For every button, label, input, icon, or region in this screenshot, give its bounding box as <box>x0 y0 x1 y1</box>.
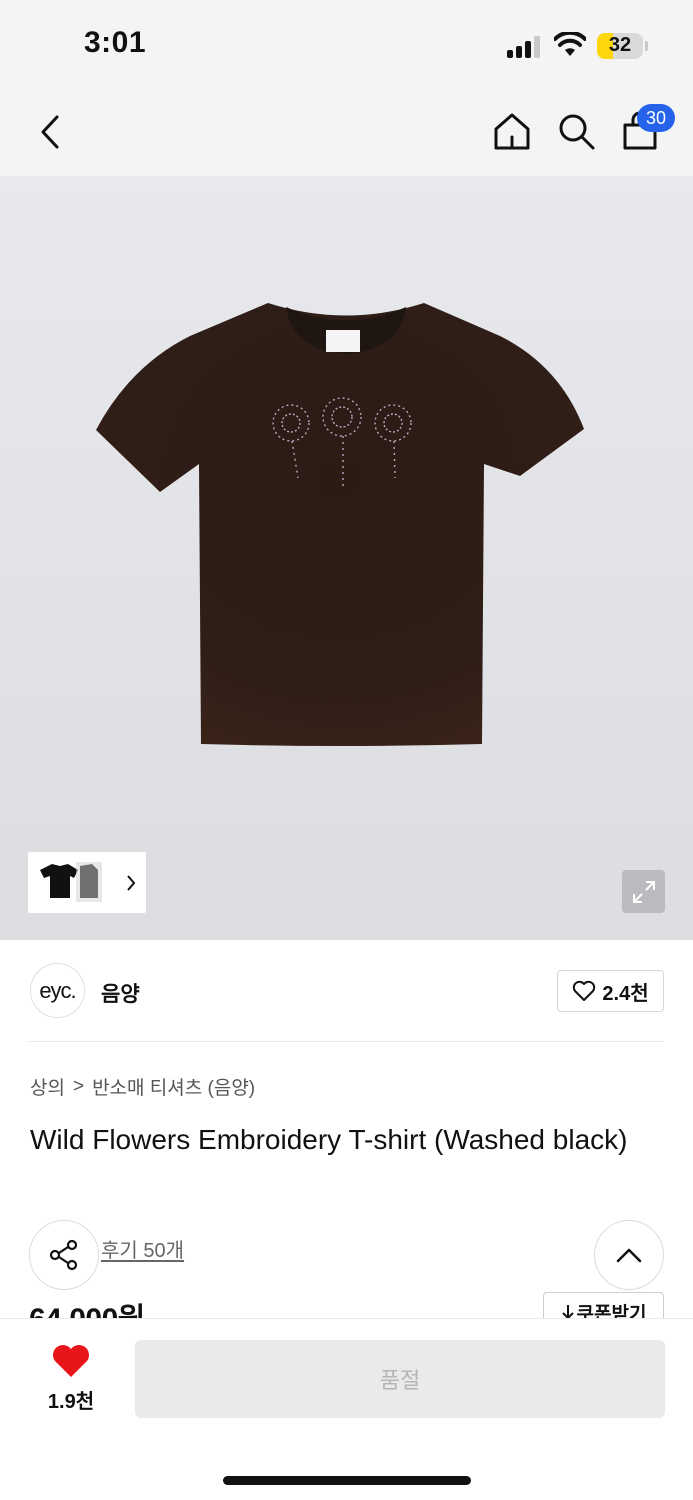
brand-logo[interactable]: eyc. <box>30 963 85 1018</box>
home-button[interactable] <box>489 106 535 156</box>
cellular-signal-icon <box>507 36 543 58</box>
status-time: 3:01 <box>84 26 147 59</box>
product-title: Wild Flowers Embroidery T-shirt (Washed … <box>30 1124 628 1155</box>
breadcrumb-category[interactable]: 상의 <box>30 1073 65 1100</box>
chevron-right-icon <box>127 875 136 891</box>
expand-icon <box>632 880 655 903</box>
heart-filled-icon[interactable] <box>51 1343 91 1379</box>
cart-count-badge: 30 <box>637 104 675 132</box>
back-button[interactable] <box>30 110 70 154</box>
heart-outline-icon <box>573 980 596 1001</box>
like-count: 1.9천 <box>47 1391 95 1413</box>
thumbnail-image <box>40 862 102 902</box>
sold-out-button[interactable]: 품절 <box>135 1340 665 1418</box>
nav-bar <box>0 88 693 176</box>
product-image-gallery[interactable] <box>0 176 693 940</box>
brand-name[interactable]: 음양 <box>101 978 140 1008</box>
share-icon <box>49 1239 78 1271</box>
thumbnail-strip[interactable] <box>28 852 146 913</box>
battery-level: 32 <box>608 34 632 56</box>
breadcrumb-subcategory[interactable]: 반소매 티셔츠 (음양) <box>92 1073 255 1100</box>
status-bar: 3:01 32 <box>0 0 693 88</box>
home-icon <box>494 113 530 150</box>
breadcrumb: 상의 > 반소매 티셔츠 (음양) <box>30 1073 255 1100</box>
scroll-top-button[interactable] <box>594 1220 664 1290</box>
search-button[interactable] <box>553 106 599 156</box>
chevron-up-icon <box>616 1248 642 1263</box>
brand-like-button[interactable]: 2.4천 <box>557 970 664 1012</box>
product-image <box>96 303 584 746</box>
divider <box>29 1041 664 1042</box>
home-indicator <box>223 1476 471 1485</box>
chevron-left-icon <box>41 115 59 149</box>
expand-image-button[interactable] <box>622 870 665 913</box>
wifi-icon <box>554 32 586 56</box>
battery-indicator: 32 <box>597 33 643 59</box>
review-link[interactable]: 후기 50개 <box>101 1234 184 1263</box>
search-icon <box>559 114 595 150</box>
battery-cap <box>645 41 648 51</box>
brand-like-count: 2.4천 <box>602 982 649 1005</box>
breadcrumb-separator: > <box>72 1075 85 1097</box>
share-button[interactable] <box>29 1220 99 1290</box>
